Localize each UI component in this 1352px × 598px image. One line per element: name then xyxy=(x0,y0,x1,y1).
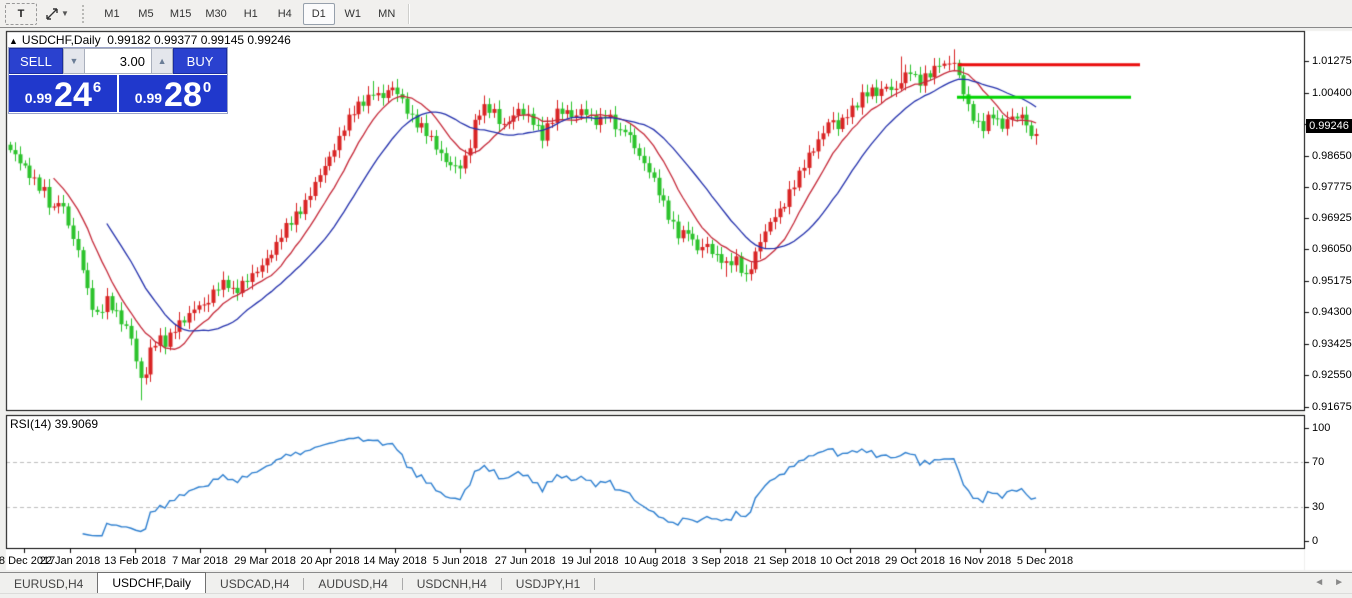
sell-button[interactable]: SELL xyxy=(9,48,63,74)
chart-tab-usdcad[interactable]: USDCAD,H4 xyxy=(206,573,303,594)
date-axis-label: 3 Sep 2018 xyxy=(692,555,748,567)
diagonal-arrows-icon xyxy=(45,7,59,21)
timeframe-button-H4[interactable]: H4 xyxy=(269,3,301,25)
volume-decrease-button[interactable]: ▼ xyxy=(63,48,85,74)
date-axis-label: 21 Sep 2018 xyxy=(754,555,816,567)
timeframe-button-M30[interactable]: M30 xyxy=(199,3,232,25)
chart-tab-bar: EURUSD,H4USDCHF,DailyUSDCAD,H4AUDUSD,H4U… xyxy=(0,572,1352,594)
price-axis-label: 0.98650 xyxy=(1312,150,1352,162)
sell-price-prefix: 0.99 xyxy=(25,90,52,106)
date-axis-label: 29 Mar 2018 xyxy=(234,555,296,567)
buy-price-prefix: 0.99 xyxy=(135,90,162,106)
buy-price-point: 0 xyxy=(203,79,211,96)
price-axis-label: 0.92550 xyxy=(1312,369,1352,381)
date-axis-label: 27 Jun 2018 xyxy=(495,555,556,567)
price-axis-label: 0.91675 xyxy=(1312,401,1352,413)
one-click-trading-panel: SELL ▼ ▲ BUY 0.99 24 6 0.99 28 0 xyxy=(8,47,228,114)
chart-tab-audusd[interactable]: AUDUSD,H4 xyxy=(304,573,401,594)
terminal-window: T ▼ M1M5M15M30H1H4D1W1MN ▲ USDCHF,Daily 0… xyxy=(0,0,1352,598)
date-axis-label: 19 Jul 2018 xyxy=(562,555,619,567)
sell-price-pips: 24 xyxy=(54,80,92,110)
chart-tab-usdcnh[interactable]: USDCNH,H4 xyxy=(403,573,501,594)
date-axis-label: 13 Feb 2018 xyxy=(104,555,166,567)
date-axis-label: 29 Oct 2018 xyxy=(885,555,945,567)
date-axis-label: 10 Oct 2018 xyxy=(820,555,880,567)
status-strip xyxy=(0,593,1352,598)
chart-symbol-period: USDCHF,Daily xyxy=(22,33,101,47)
date-axis-label: 14 May 2018 xyxy=(363,555,427,567)
tab-scroll-left-icon[interactable]: ◄ xyxy=(1314,577,1324,588)
timeframe-button-M1[interactable]: M1 xyxy=(96,3,128,25)
timeframe-button-MN[interactable]: MN xyxy=(371,3,403,25)
timeframe-button-M5[interactable]: M5 xyxy=(130,3,162,25)
tab-scroll-right-icon[interactable]: ► xyxy=(1334,577,1344,588)
date-axis-label: 5 Jun 2018 xyxy=(433,555,487,567)
date-axis-label: 10 Aug 2018 xyxy=(624,555,686,567)
timeframe-button-group: M1M5M15M30H1H4D1W1MN xyxy=(95,3,404,25)
price-axis-label: 0.96050 xyxy=(1312,243,1352,255)
chart-tab-eurusd[interactable]: EURUSD,H4 xyxy=(0,573,97,594)
date-axis-label: 16 Nov 2018 xyxy=(949,555,1011,567)
chevron-down-icon[interactable]: ▼ xyxy=(61,9,69,18)
tab-separator xyxy=(594,578,595,590)
rsi-axis-label: 30 xyxy=(1312,501,1324,513)
panel-toggle-icon[interactable]: ▲ xyxy=(9,36,18,46)
chart-tab-usdchf[interactable]: USDCHF,Daily xyxy=(97,572,206,594)
date-axis-label: 7 Mar 2018 xyxy=(172,555,228,567)
toolbar-separator xyxy=(408,4,409,24)
sell-quote-button[interactable]: 0.99 24 6 xyxy=(9,75,117,112)
rsi-indicator-label: RSI(14) 39.9069 xyxy=(10,417,98,431)
volume-increase-button[interactable]: ▲ xyxy=(151,48,173,74)
sell-price-point: 6 xyxy=(93,79,101,96)
tab-scroll-arrows: ◄ ► xyxy=(1314,577,1344,588)
toolbar: T ▼ M1M5M15M30H1H4D1W1MN xyxy=(0,0,1352,28)
price-axis-label: 1.00400 xyxy=(1312,87,1352,99)
date-axis-label: 20 Apr 2018 xyxy=(300,555,359,567)
toolbar-grip[interactable] xyxy=(82,5,89,23)
price-axis-label: 0.96925 xyxy=(1312,212,1352,224)
chart-ohlc-values: 0.99182 0.99377 0.99145 0.99246 xyxy=(107,33,291,47)
cursor-arrows-tool-button[interactable]: ▼ xyxy=(39,3,75,25)
buy-quote-button[interactable]: 0.99 28 0 xyxy=(119,75,227,112)
price-axis-label: 0.93425 xyxy=(1312,338,1352,350)
rsi-axis-label: 0 xyxy=(1312,535,1318,547)
current-price-tag: 0.99246 xyxy=(1306,119,1352,133)
rsi-axis-label: 100 xyxy=(1312,422,1330,434)
rsi-axis-label: 70 xyxy=(1312,456,1324,468)
price-axis-label: 0.94300 xyxy=(1312,306,1352,318)
buy-price-pips: 28 xyxy=(164,80,202,110)
text-tool-button[interactable]: T xyxy=(5,3,37,25)
price-axis-label: 1.01275 xyxy=(1312,55,1352,67)
chart-title: ▲ USDCHF,Daily 0.99182 0.99377 0.99145 0.… xyxy=(9,33,291,47)
date-axis-label: 5 Dec 2018 xyxy=(1017,555,1073,567)
buy-button[interactable]: BUY xyxy=(173,48,227,74)
price-axis-label: 0.95175 xyxy=(1312,275,1352,287)
timeframe-button-H1[interactable]: H1 xyxy=(235,3,267,25)
chart-tab-usdjpy[interactable]: USDJPY,H1 xyxy=(502,573,594,594)
price-axis-label: 0.97775 xyxy=(1312,181,1352,193)
timeframe-button-W1[interactable]: W1 xyxy=(337,3,369,25)
timeframe-button-D1[interactable]: D1 xyxy=(303,3,335,25)
volume-input[interactable] xyxy=(85,48,151,74)
date-axis-label: 22 Jan 2018 xyxy=(40,555,101,567)
timeframe-button-M15[interactable]: M15 xyxy=(164,3,197,25)
